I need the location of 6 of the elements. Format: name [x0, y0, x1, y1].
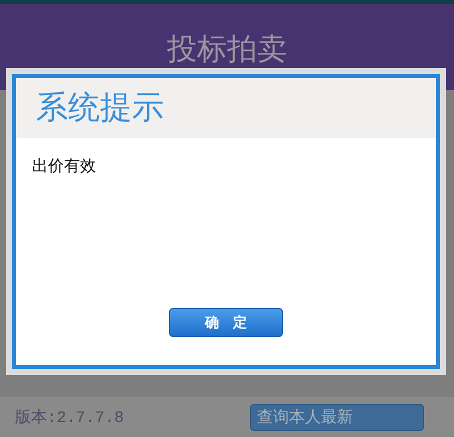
query-button[interactable]: 查询本人最新 — [250, 404, 424, 430]
confirm-button[interactable]: 确 定 — [169, 308, 283, 337]
dialog-title: 系统提示 — [36, 87, 164, 128]
page-title: 投标拍卖 — [167, 30, 287, 68]
dialog-message: 出价有效 — [32, 156, 97, 177]
version-label: 版本:2.7.7.8 — [15, 408, 124, 428]
